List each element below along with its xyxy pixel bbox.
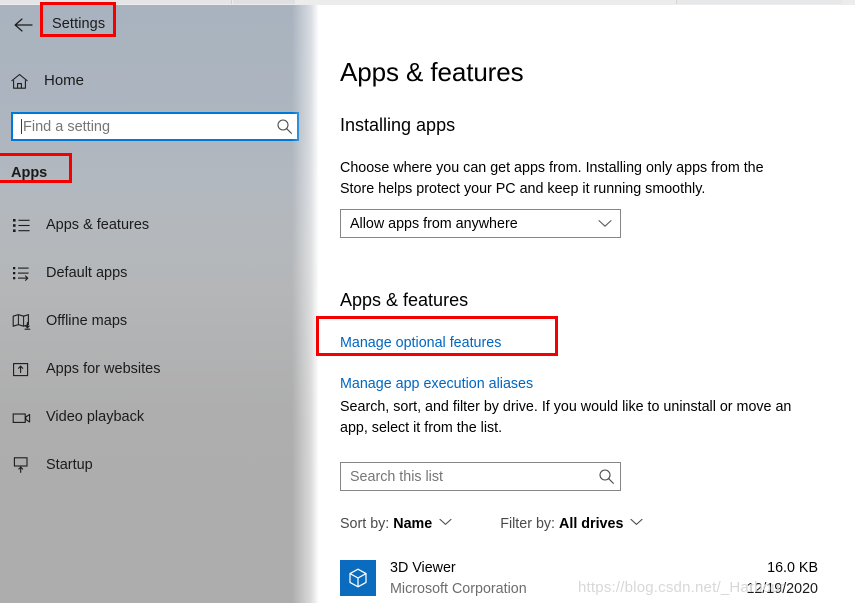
manage-optional-features-link[interactable]: Manage optional features xyxy=(340,333,501,353)
sidebar-item-apps-features[interactable]: Apps & features xyxy=(0,201,300,249)
sidebar-item-apps-for-websites[interactable]: Apps for websites xyxy=(0,345,300,393)
sidebar-item-video-playback[interactable]: Video playback xyxy=(0,393,300,441)
installing-apps-heading: Installing apps xyxy=(340,115,456,135)
settings-sidebar: Settings Home Find a setting Apps Apps &… xyxy=(0,5,318,603)
search-icon[interactable] xyxy=(271,118,297,135)
home-icon xyxy=(10,70,38,92)
list-bullets-icon xyxy=(12,217,42,234)
sidebar-item-label: Apps & features xyxy=(46,217,150,233)
sidebar-item-default-apps[interactable]: Default apps xyxy=(0,249,300,297)
text-cursor xyxy=(21,119,22,134)
chevron-down-icon xyxy=(439,513,452,531)
apps-features-heading: Apps & features xyxy=(340,290,469,310)
sort-by-control[interactable]: Sort by: Name xyxy=(340,514,452,536)
sidebar-item-label: Offline maps xyxy=(46,313,128,329)
apps-features-description: Search, sort, and filter by drive. If yo… xyxy=(340,399,792,436)
filter-by-value: All drives xyxy=(559,516,624,532)
sidebar-item-label: Default apps xyxy=(46,265,128,281)
search-this-list-input[interactable]: Search this list xyxy=(340,462,621,491)
sidebar-item-label: Apps for websites xyxy=(46,361,161,377)
sort-filter-row: Sort by: Name Filter by: All drives xyxy=(340,514,643,536)
sidebar-nav-list: Apps & features Default apps Offline map… xyxy=(0,201,300,489)
window-arrow-icon xyxy=(12,361,42,378)
chrome-segment-left xyxy=(0,0,232,4)
manage-app-execution-aliases-link[interactable]: Manage app execution aliases xyxy=(340,374,533,394)
sidebar-item-home[interactable]: Home xyxy=(10,66,240,96)
home-label: Home xyxy=(44,72,85,89)
settings-title: Settings xyxy=(52,16,106,32)
search-this-list-placeholder: Search this list xyxy=(350,468,443,485)
sidebar-item-startup[interactable]: Startup xyxy=(0,441,300,489)
chevron-down-icon xyxy=(590,219,620,228)
app-name: 3D Viewer xyxy=(390,560,456,576)
app-publisher: Microsoft Corporation xyxy=(390,581,527,597)
sidebar-item-label: Startup xyxy=(46,457,93,473)
apps-category-header: Apps xyxy=(11,165,48,181)
sidebar-item-offline-maps[interactable]: Offline maps xyxy=(0,297,300,345)
back-arrow-icon[interactable] xyxy=(8,10,38,40)
monitor-up-icon xyxy=(12,456,42,474)
chrome-segment-mid xyxy=(233,0,295,4)
cube-3d-icon xyxy=(340,560,376,596)
page-title: Apps & features xyxy=(340,57,524,87)
installing-apps-description: Choose where you can get apps from. Inst… xyxy=(340,160,764,197)
find-a-setting-placeholder: Find a setting xyxy=(23,118,111,135)
app-meta: 3D Viewer Microsoft Corporation xyxy=(390,558,527,599)
filter-by-label: Filter by: xyxy=(500,516,556,532)
install-source-dropdown[interactable]: Allow apps from anywhere xyxy=(340,209,621,238)
app-size-date: 16.0 KB 12/19/2020 xyxy=(746,558,818,599)
sort-by-label: Sort by: xyxy=(340,516,390,532)
video-camera-icon xyxy=(12,409,42,426)
settings-window: Settings Home Find a setting Apps Apps &… xyxy=(0,0,855,603)
install-source-value: Allow apps from anywhere xyxy=(350,215,518,232)
map-download-icon xyxy=(12,313,42,330)
chrome-segment-right xyxy=(676,0,842,4)
sort-by-value: Name xyxy=(393,516,433,532)
find-a-setting-input[interactable]: Find a setting xyxy=(11,112,299,141)
filter-by-control[interactable]: Filter by: All drives xyxy=(500,514,643,536)
chevron-down-icon xyxy=(630,513,643,531)
app-list-item[interactable]: 3D Viewer Microsoft Corporation 16.0 KB … xyxy=(340,558,834,603)
list-arrow-icon xyxy=(12,265,42,282)
app-install-date: 12/19/2020 xyxy=(746,581,818,597)
main-content: Apps & features Installing apps Choose w… xyxy=(318,5,855,603)
app-size: 16.0 KB xyxy=(767,560,818,576)
search-icon[interactable] xyxy=(592,468,620,485)
sidebar-item-label: Video playback xyxy=(46,409,145,425)
